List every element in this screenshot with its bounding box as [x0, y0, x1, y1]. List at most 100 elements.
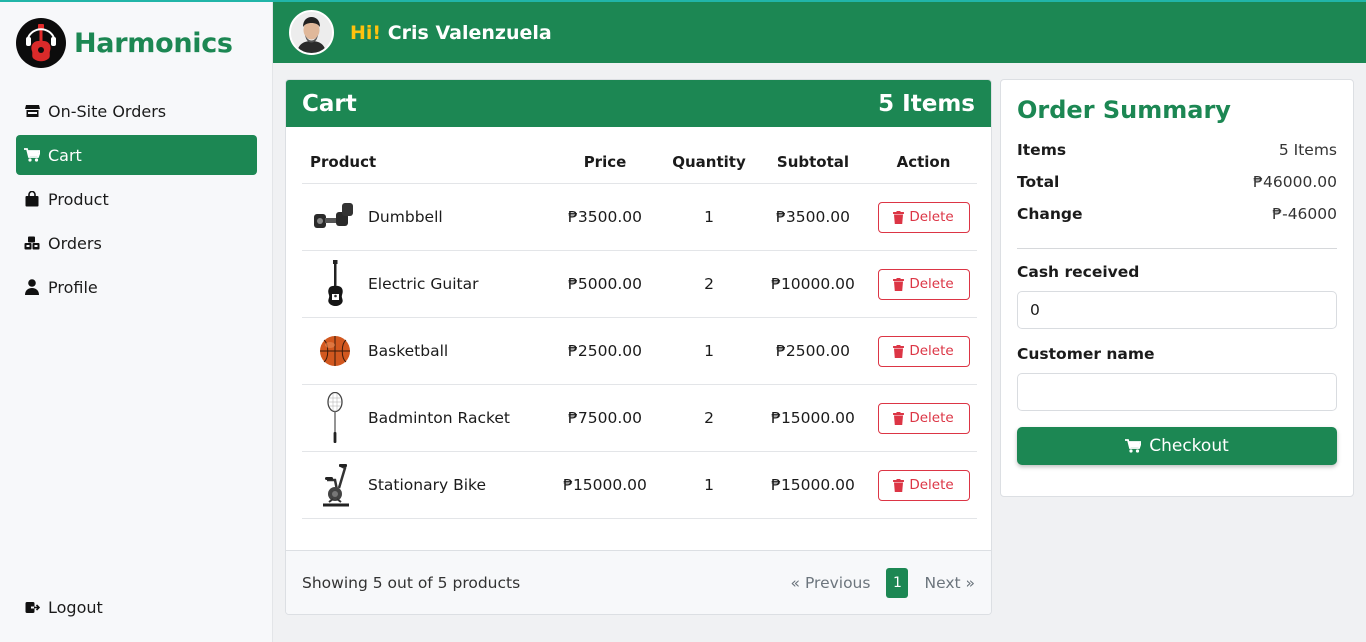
table-row: Electric Guitar ₱5000.00 2 ₱10000.00 Del… — [302, 251, 977, 318]
column-header-product: Product — [310, 152, 377, 171]
subtotal-cell: ₱15000.00 — [771, 476, 855, 494]
checkout-button[interactable]: Checkout — [1017, 427, 1337, 465]
trash-icon — [893, 277, 905, 291]
action-cell: Delete — [870, 268, 977, 300]
summary-change-value: ₱-46000 — [1272, 205, 1337, 223]
column-header-price: Price — [583, 152, 627, 171]
cart-table: Product Price Quantity Subtotal Action D… — [302, 140, 977, 519]
action-cell: Delete — [870, 201, 977, 233]
product-cell: Stationary Bike — [302, 460, 548, 510]
subtotal-cell: ₱3500.00 — [776, 208, 850, 226]
avatar[interactable] — [289, 10, 334, 55]
table-row: Badminton Racket ₱7500.00 2 ₱15000.00 De… — [302, 385, 977, 452]
user-name: Cris Valenzuela — [387, 21, 552, 44]
quantity-cell: 2 — [704, 275, 714, 293]
sidebar-item-orders[interactable]: Orders — [16, 223, 257, 263]
trash-icon — [893, 411, 905, 425]
delete-button[interactable]: Delete — [877, 268, 970, 300]
cart-icon — [24, 147, 40, 163]
delete-label: Delete — [909, 343, 954, 359]
showing-count-text: Showing 5 out of 5 products — [302, 573, 521, 592]
logout-label: Logout — [48, 598, 103, 617]
sidebar-item-profile[interactable]: Profile — [16, 267, 257, 307]
sidebar-item-on-site-orders[interactable]: On-Site Orders — [16, 91, 257, 131]
product-cell: Dumbbell — [302, 192, 548, 242]
summary-change-row: Change ₱-46000 — [1017, 198, 1337, 230]
column-header-quantity: Quantity — [672, 152, 746, 171]
trash-icon — [893, 478, 905, 492]
sidebar-nav: On-Site Orders Cart Product Orders Profi… — [16, 91, 257, 311]
delete-button[interactable]: Delete — [877, 402, 970, 434]
product-name: Badminton Racket — [368, 409, 510, 427]
guitar-logo-icon — [16, 18, 66, 68]
cart-icon — [1125, 439, 1142, 453]
table-row: Dumbbell ₱3500.00 1 ₱3500.00 Delete — [302, 184, 977, 251]
logout-icon — [24, 600, 40, 616]
subtotal-cell: ₱15000.00 — [771, 409, 855, 427]
cart-item-count: 5 Items — [878, 90, 975, 117]
summary-items-label: Items — [1017, 141, 1067, 159]
trash-icon — [893, 210, 905, 224]
delete-label: Delete — [909, 276, 954, 292]
summary-items-row: Items 5 Items — [1017, 134, 1337, 166]
quantity-cell: 1 — [704, 476, 714, 494]
basketball-image — [310, 326, 360, 376]
summary-divider — [1017, 248, 1337, 249]
product-name: Dumbbell — [368, 208, 443, 226]
subtotal-cell: ₱10000.00 — [771, 275, 855, 293]
price-cell: ₱2500.00 — [568, 342, 642, 360]
greeting: Hi! Cris Valenzuela — [350, 22, 552, 44]
sidebar-item-label: Profile — [48, 277, 98, 297]
product-cell: Badminton Racket — [302, 392, 548, 443]
order-summary-title: Order Summary — [1017, 96, 1231, 124]
delete-button[interactable]: Delete — [877, 469, 970, 501]
product-name: Stationary Bike — [368, 476, 486, 494]
product-name: Basketball — [368, 342, 449, 360]
column-header-action: Action — [896, 152, 951, 171]
sidebar-item-label: Orders — [48, 233, 102, 253]
user-icon — [24, 279, 40, 295]
product-name: Electric Guitar — [368, 275, 479, 293]
summary-change-label: Change — [1017, 205, 1083, 223]
action-cell: Delete — [870, 469, 977, 501]
previous-page-link[interactable]: « Previous — [791, 574, 871, 592]
sidebar-item-product[interactable]: Product — [16, 179, 257, 219]
checkout-label: Checkout — [1149, 436, 1229, 456]
column-header-subtotal: Subtotal — [776, 152, 850, 171]
table-header-row: Product Price Quantity Subtotal Action — [302, 140, 977, 184]
trash-icon — [893, 344, 905, 358]
cart-header: Cart 5 Items — [286, 80, 991, 127]
store-icon — [24, 103, 40, 119]
pagination: « Previous 1 Next » — [791, 567, 975, 598]
table-row: Basketball ₱2500.00 1 ₱2500.00 Delete — [302, 318, 977, 385]
summary-items-value: 5 Items — [1278, 141, 1337, 159]
next-page-link[interactable]: Next » — [924, 574, 975, 592]
customer-name-label: Customer name — [1017, 345, 1155, 363]
quantity-cell: 1 — [704, 342, 714, 360]
delete-label: Delete — [909, 209, 954, 225]
sidebar-item-label: On-Site Orders — [48, 101, 167, 121]
price-cell: ₱3500.00 — [568, 208, 642, 226]
sidebar: Harmonics On-Site Orders Cart Product Or… — [0, 2, 273, 642]
brand-name: Harmonics — [74, 27, 233, 59]
cash-received-input[interactable] — [1017, 291, 1337, 329]
brand[interactable]: Harmonics — [16, 18, 233, 68]
dumbbell-image — [310, 192, 360, 242]
sidebar-item-cart[interactable]: Cart — [16, 135, 257, 175]
bag-icon — [24, 191, 40, 207]
order-summary-card: Order Summary Items 5 Items Total ₱46000… — [1000, 79, 1354, 497]
bike-image — [310, 460, 360, 510]
cart-title: Cart — [302, 90, 357, 117]
boxes-icon — [24, 235, 40, 251]
price-cell: ₱7500.00 — [568, 409, 642, 427]
customer-name-input[interactable] — [1017, 373, 1337, 411]
product-cell: Electric Guitar — [302, 259, 548, 309]
delete-button[interactable]: Delete — [877, 335, 970, 367]
action-cell: Delete — [870, 335, 977, 367]
page-number-current[interactable]: 1 — [886, 567, 909, 598]
logout-button[interactable]: Logout — [24, 598, 103, 617]
price-cell: ₱5000.00 — [568, 275, 642, 293]
product-cell: Basketball — [302, 326, 548, 376]
delete-button[interactable]: Delete — [877, 201, 970, 233]
delete-label: Delete — [909, 477, 954, 493]
